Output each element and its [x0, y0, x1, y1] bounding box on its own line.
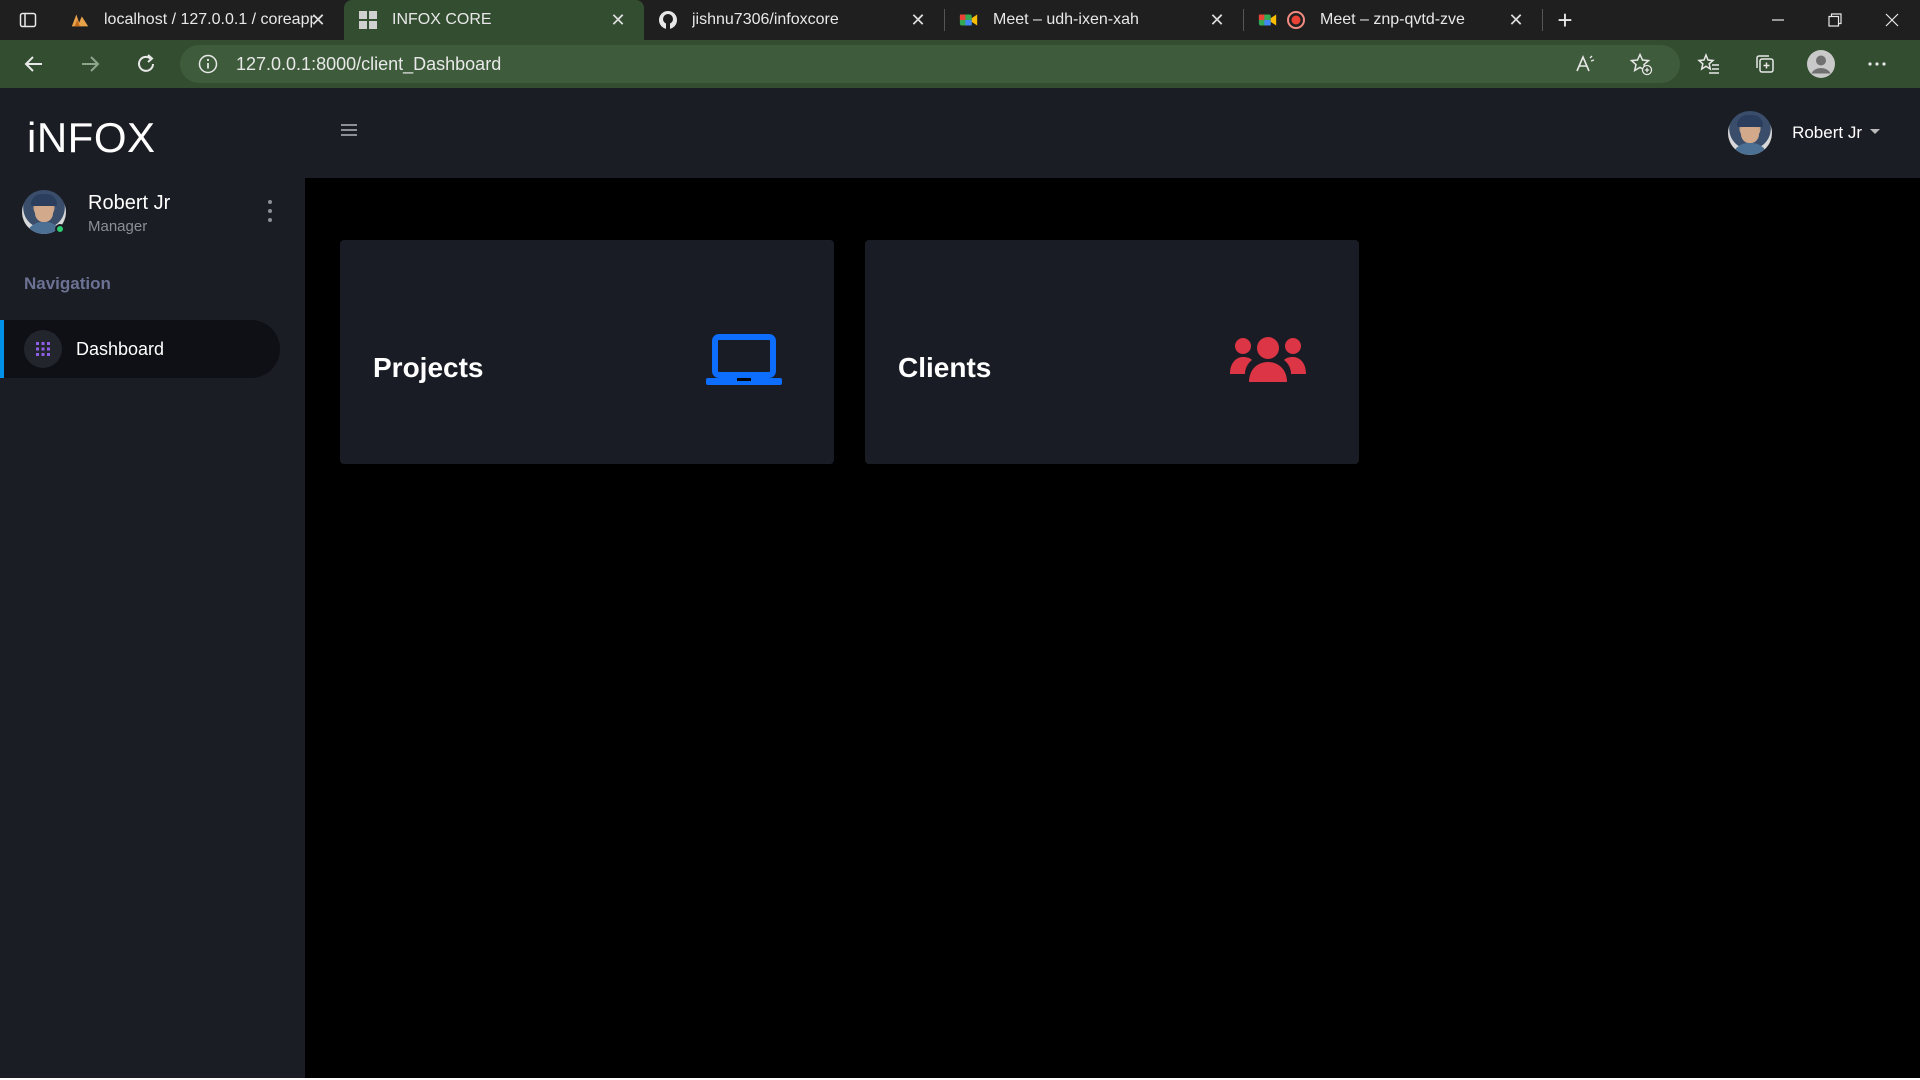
- browser-tab-github[interactable]: jishnu7306/infoxcore ✕: [644, 0, 944, 40]
- toolbar-actions: [1566, 40, 1896, 88]
- github-icon: [658, 10, 678, 30]
- browser-tab-infox-core[interactable]: INFOX CORE ✕: [344, 0, 644, 40]
- tab-title: Meet – znp-qvtd-zve: [1320, 11, 1465, 28]
- browser-toolbar: 127.0.0.1:8000/client_Dashboard: [0, 40, 1920, 88]
- main-content: Projects Clients: [305, 178, 1920, 1078]
- profile-icon[interactable]: [1802, 45, 1840, 83]
- phpmyadmin-icon: [70, 10, 90, 30]
- url-text: 127.0.0.1:8000/client_Dashboard: [236, 53, 502, 74]
- meet-icon: [959, 10, 979, 30]
- address-bar[interactable]: 127.0.0.1:8000/client_Dashboard: [180, 45, 1680, 83]
- menu-toggle-icon[interactable]: [341, 124, 357, 136]
- tab-title: INFOX CORE: [392, 11, 492, 28]
- close-tab-icon[interactable]: ✕: [1207, 10, 1227, 30]
- back-icon[interactable]: [6, 40, 62, 88]
- refresh-icon[interactable]: [118, 40, 174, 88]
- laptop-icon: [706, 334, 782, 393]
- close-tab-icon[interactable]: ✕: [308, 10, 328, 30]
- profile-menu-icon[interactable]: [262, 200, 278, 222]
- recording-icon: [1286, 10, 1306, 30]
- browser-tab-bar: localhost / 127.0.0.1 / coreappba ✕ INFO…: [0, 0, 1920, 40]
- browser-tab-meet-1[interactable]: Meet – udh-ixen-xah ✕: [945, 0, 1243, 40]
- sidebar-profile: Robert Jr Manager: [22, 190, 282, 242]
- restore-icon[interactable]: [1806, 0, 1863, 40]
- close-tab-icon[interactable]: ✕: [608, 10, 628, 30]
- avatar: [1728, 111, 1773, 155]
- users-icon: [1229, 334, 1307, 389]
- read-aloud-icon[interactable]: [1566, 45, 1604, 83]
- add-favorite-icon[interactable]: [1622, 45, 1660, 83]
- site-info-icon[interactable]: [196, 52, 220, 76]
- close-tab-icon[interactable]: ✕: [1506, 10, 1526, 30]
- sidebar-item-dashboard[interactable]: Dashboard: [0, 320, 280, 378]
- chevron-down-icon: [1870, 128, 1880, 134]
- sidebar-item-label: Dashboard: [76, 338, 165, 359]
- user-name: Robert Jr: [1792, 123, 1862, 142]
- more-options-icon[interactable]: [1858, 45, 1896, 83]
- online-status-icon: [55, 224, 65, 234]
- card-title: Projects: [373, 352, 484, 383]
- close-window-icon[interactable]: [1863, 0, 1920, 40]
- card-title: Clients: [898, 352, 992, 383]
- user-dropdown[interactable]: Robert Jr: [1728, 110, 1880, 156]
- meet-icon: [1258, 10, 1278, 30]
- close-tab-icon[interactable]: ✕: [908, 10, 928, 30]
- browser-tab-meet-2[interactable]: Meet – znp-qvtd-zve ✕: [1244, 0, 1542, 40]
- tab-title: jishnu7306/infoxcore: [692, 11, 839, 28]
- forward-icon[interactable]: [62, 40, 118, 88]
- new-tab-button[interactable]: +: [1543, 0, 1587, 40]
- minimize-icon[interactable]: [1749, 0, 1806, 40]
- profile-name: Robert Jr: [88, 192, 171, 214]
- tab-actions-icon[interactable]: [0, 0, 56, 40]
- browser-tab-phpmyadmin[interactable]: localhost / 127.0.0.1 / coreappba ✕: [56, 0, 344, 40]
- page-icon: [358, 10, 378, 30]
- grid-icon: [24, 330, 62, 368]
- favorites-icon[interactable]: [1690, 45, 1728, 83]
- tab-title: Meet – udh-ixen-xah: [993, 11, 1139, 28]
- brand-logo[interactable]: iNFOX: [27, 114, 156, 162]
- projects-card[interactable]: Projects: [340, 240, 834, 464]
- tab-title: localhost / 127.0.0.1 / coreappba: [104, 11, 314, 28]
- window-controls: [1749, 0, 1920, 40]
- profile-role: Manager: [88, 218, 148, 235]
- top-navbar: Robert Jr: [305, 88, 1920, 178]
- sidebar: iNFOX Robert Jr Manager Navigation Dashb…: [0, 88, 305, 1078]
- clients-card[interactable]: Clients: [865, 240, 1359, 464]
- nav-heading: Navigation: [24, 274, 111, 293]
- collections-icon[interactable]: [1746, 45, 1784, 83]
